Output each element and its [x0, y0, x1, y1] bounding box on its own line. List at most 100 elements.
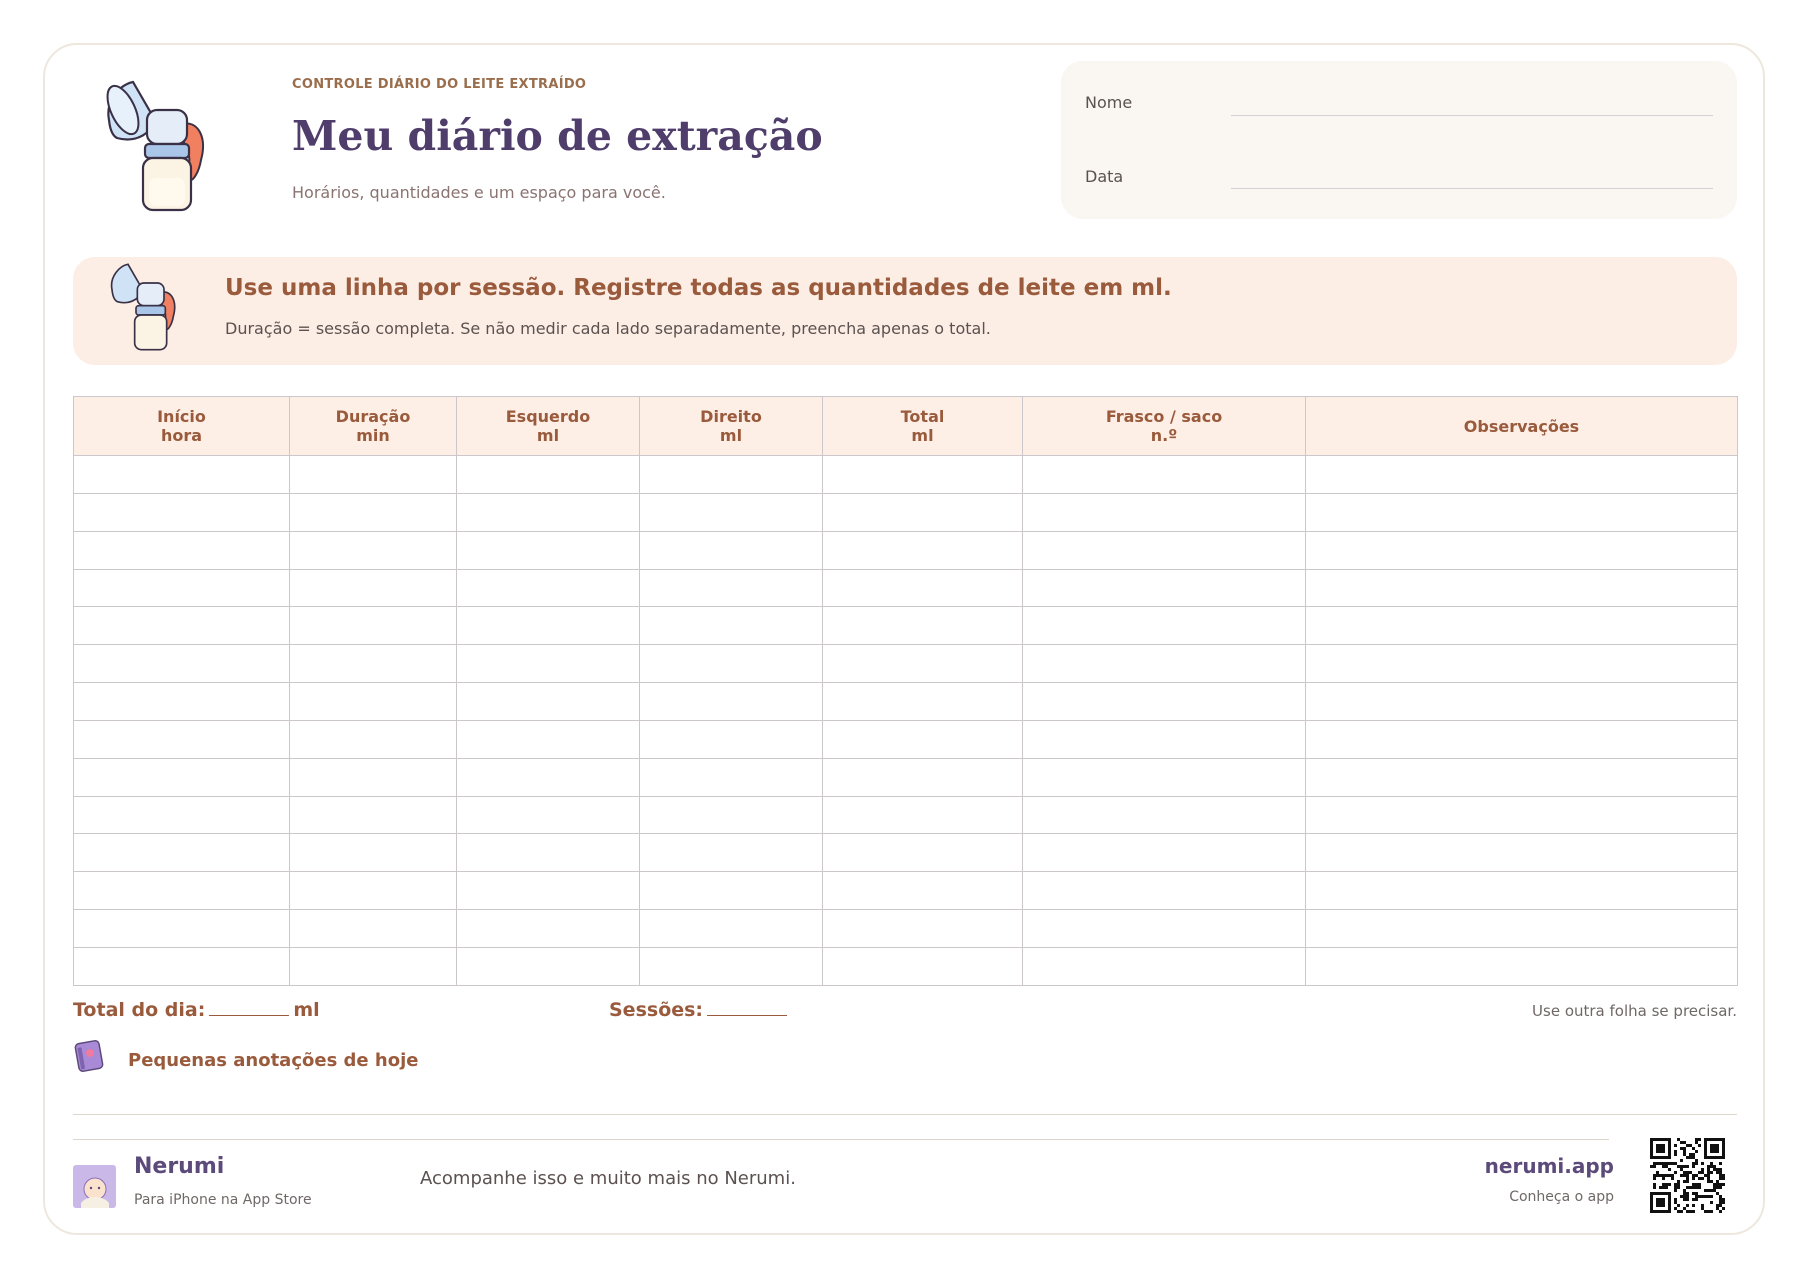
table-cell[interactable] [1305, 606, 1738, 646]
table-cell[interactable] [1305, 719, 1738, 759]
table-cell[interactable] [289, 909, 457, 948]
table-cell[interactable] [456, 455, 640, 494]
table-cell[interactable] [289, 795, 457, 835]
table-cell[interactable] [289, 530, 457, 570]
table-cell[interactable] [73, 833, 290, 873]
table-cell[interactable] [822, 871, 1023, 911]
table-cell[interactable] [456, 833, 640, 873]
table-cell[interactable] [289, 568, 457, 608]
table-cell[interactable] [1305, 833, 1738, 873]
table-cell[interactable] [639, 871, 823, 911]
table-cell[interactable] [73, 455, 290, 494]
table-cell[interactable] [1022, 833, 1306, 873]
table-cell[interactable] [456, 719, 640, 759]
table-cell[interactable] [1022, 909, 1306, 948]
table-cell[interactable] [289, 833, 457, 873]
table-cell[interactable] [73, 644, 290, 684]
table-cell[interactable] [822, 568, 1023, 608]
sessions-field[interactable] [707, 999, 788, 1016]
table-cell[interactable] [822, 795, 1023, 835]
table-cell[interactable] [456, 871, 640, 911]
table-cell[interactable] [639, 757, 823, 797]
table-cell[interactable] [1305, 530, 1738, 570]
table-cell[interactable] [73, 719, 290, 759]
table-cell[interactable] [73, 606, 290, 646]
table-cell[interactable] [822, 644, 1023, 684]
table-cell[interactable] [639, 833, 823, 873]
table-cell[interactable] [73, 682, 290, 721]
table-cell[interactable] [639, 682, 823, 721]
table-cell[interactable] [822, 455, 1023, 494]
table-cell[interactable] [73, 871, 290, 911]
table-cell[interactable] [289, 871, 457, 911]
table-cell[interactable] [1305, 682, 1738, 721]
table-cell[interactable] [289, 757, 457, 797]
table-cell[interactable] [73, 492, 290, 532]
table-cell[interactable] [73, 568, 290, 608]
table-cell[interactable] [1305, 757, 1738, 797]
table-cell[interactable] [639, 530, 823, 570]
table-cell[interactable] [1022, 871, 1306, 911]
table-cell[interactable] [822, 833, 1023, 873]
table-cell[interactable] [1305, 492, 1738, 532]
table-cell[interactable] [1305, 455, 1738, 494]
table-cell[interactable] [822, 946, 1023, 987]
table-cell[interactable] [289, 606, 457, 646]
table-cell[interactable] [1022, 795, 1306, 835]
total-day-field[interactable] [209, 999, 290, 1016]
table-cell[interactable] [1022, 492, 1306, 532]
table-cell[interactable] [1022, 606, 1306, 646]
table-cell[interactable] [639, 455, 823, 494]
table-cell[interactable] [639, 909, 823, 948]
table-cell[interactable] [639, 606, 823, 646]
table-cell[interactable] [456, 530, 640, 570]
table-cell[interactable] [289, 946, 457, 987]
table-cell[interactable] [1305, 644, 1738, 684]
table-cell[interactable] [1022, 568, 1306, 608]
table-cell[interactable] [822, 606, 1023, 646]
table-cell[interactable] [289, 492, 457, 532]
table-cell[interactable] [1022, 757, 1306, 797]
table-cell[interactable] [456, 492, 640, 532]
table-cell[interactable] [1305, 795, 1738, 835]
table-cell[interactable] [822, 682, 1023, 721]
name-field[interactable] [1231, 115, 1713, 116]
table-cell[interactable] [456, 757, 640, 797]
table-cell[interactable] [822, 530, 1023, 570]
table-cell[interactable] [1305, 871, 1738, 911]
table-cell[interactable] [1022, 644, 1306, 684]
site-link[interactable]: nerumi.app [1485, 1154, 1614, 1178]
table-cell[interactable] [73, 530, 290, 570]
table-cell[interactable] [456, 644, 640, 684]
table-cell[interactable] [639, 719, 823, 759]
table-cell[interactable] [639, 946, 823, 987]
table-cell[interactable] [822, 909, 1023, 948]
table-cell[interactable] [639, 795, 823, 835]
table-cell[interactable] [822, 492, 1023, 532]
table-cell[interactable] [1305, 946, 1738, 987]
table-cell[interactable] [456, 795, 640, 835]
table-cell[interactable] [456, 909, 640, 948]
table-cell[interactable] [1022, 719, 1306, 759]
qr-code[interactable] [1650, 1138, 1725, 1213]
table-cell[interactable] [1305, 568, 1738, 608]
table-cell[interactable] [73, 909, 290, 948]
table-cell[interactable] [73, 757, 290, 797]
table-cell[interactable] [822, 757, 1023, 797]
table-cell[interactable] [1022, 682, 1306, 721]
table-cell[interactable] [1022, 946, 1306, 987]
table-cell[interactable] [639, 644, 823, 684]
table-cell[interactable] [639, 568, 823, 608]
table-cell[interactable] [639, 492, 823, 532]
date-field[interactable] [1231, 188, 1713, 189]
table-cell[interactable] [822, 719, 1023, 759]
table-cell[interactable] [289, 682, 457, 721]
table-cell[interactable] [289, 644, 457, 684]
table-cell[interactable] [456, 682, 640, 721]
table-cell[interactable] [456, 946, 640, 987]
table-cell[interactable] [1022, 530, 1306, 570]
table-cell[interactable] [1022, 455, 1306, 494]
table-cell[interactable] [1305, 909, 1738, 948]
table-cell[interactable] [289, 455, 457, 494]
table-cell[interactable] [456, 568, 640, 608]
